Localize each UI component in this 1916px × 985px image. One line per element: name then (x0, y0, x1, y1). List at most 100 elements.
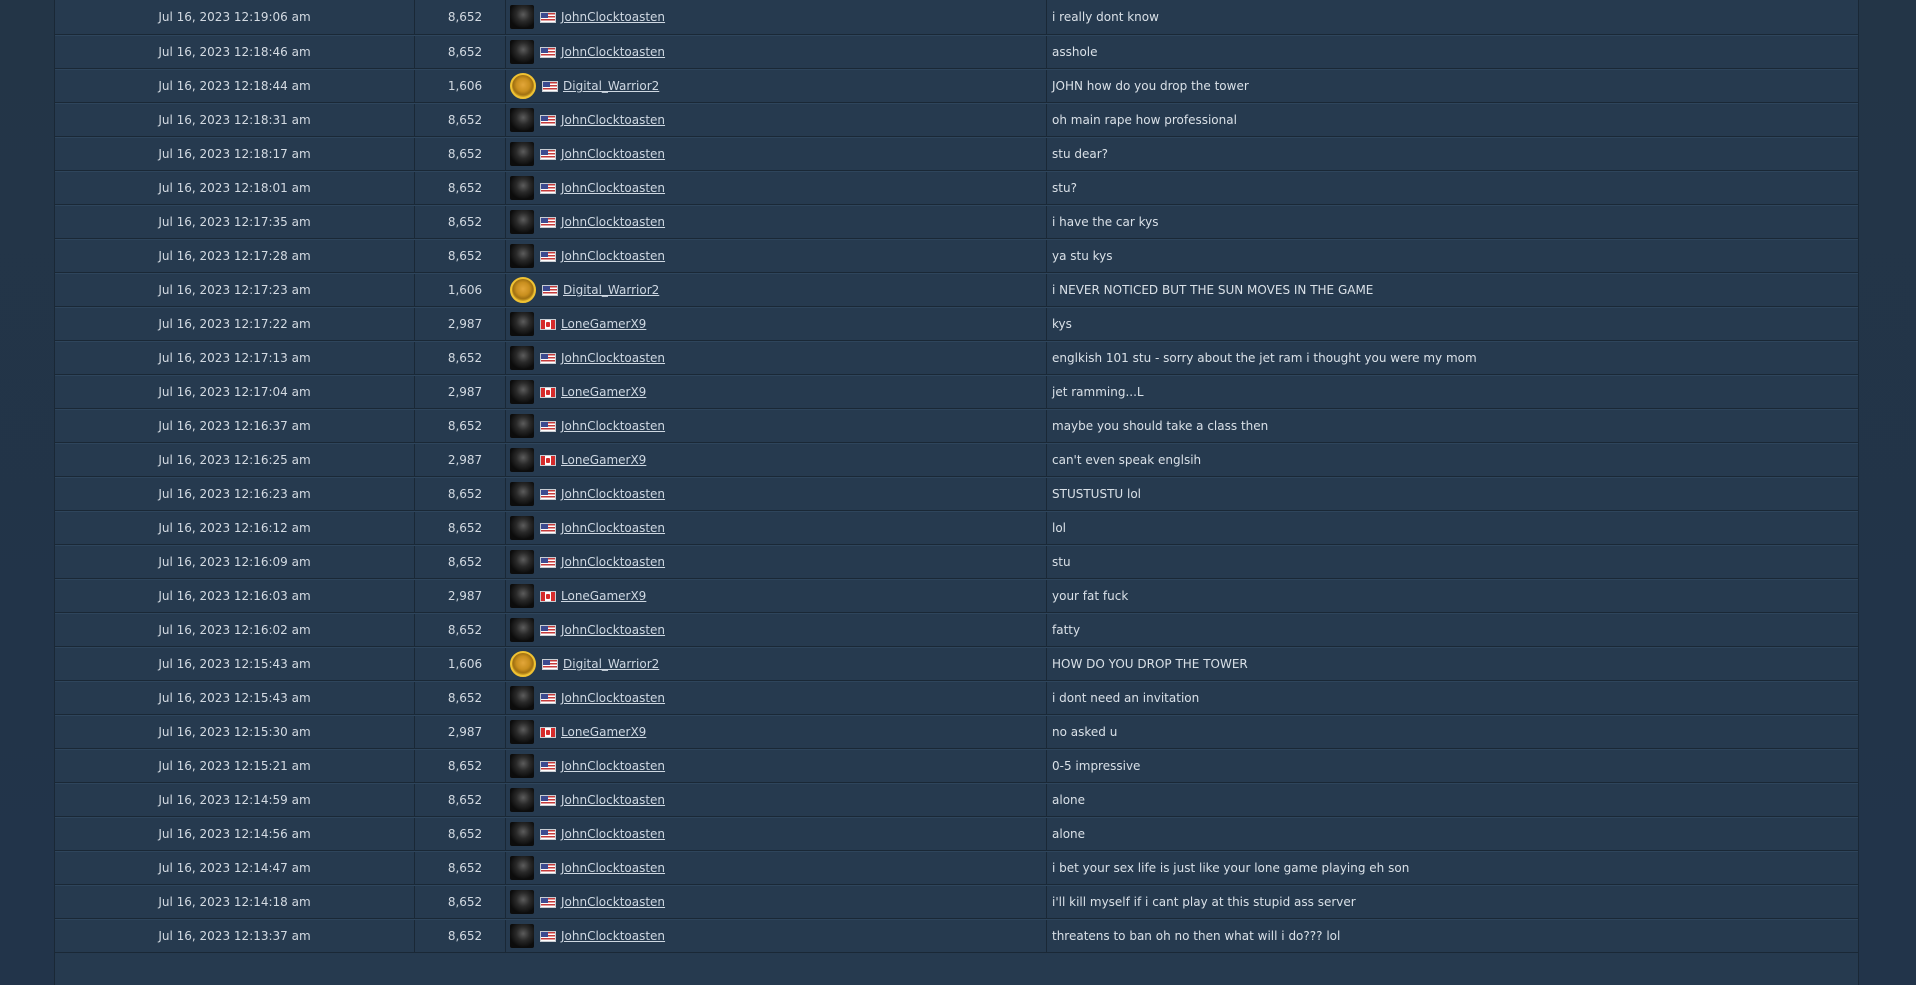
message-timestamp: Jul 16, 2023 12:17:13 am (55, 342, 415, 374)
player-name-link[interactable]: JohnClocktoasten (561, 861, 665, 875)
chat-message-text: maybe you should take a class then (1052, 419, 1269, 433)
us-flag-icon (540, 624, 556, 636)
chat-log-row: Jul 16, 2023 12:15:30 am 2,987 LoneGamerX9… (55, 715, 1858, 749)
player-name-link[interactable]: LoneGamerX9 (561, 589, 646, 603)
player-cell: JohnClocktoasten (506, 920, 1047, 952)
canada-flag-icon (540, 590, 556, 602)
chat-log-row: Jul 16, 2023 12:16:12 am 8,652 JohnClockto… (55, 511, 1858, 545)
player-name-link[interactable]: JohnClocktoasten (561, 351, 665, 365)
player-name-link[interactable]: JohnClocktoasten (561, 793, 665, 807)
player-name-link[interactable]: JohnClocktoasten (561, 691, 665, 705)
us-flag-icon (540, 896, 556, 908)
player-name-link[interactable]: JohnClocktoasten (561, 113, 665, 127)
player-name-link[interactable]: LoneGamerX9 (561, 725, 646, 739)
player-avatar[interactable] (510, 686, 534, 710)
player-avatar[interactable] (510, 73, 536, 99)
chat-message-text: kys (1052, 317, 1072, 331)
player-name-link[interactable]: JohnClocktoasten (561, 181, 665, 195)
player-cell: LoneGamerX9 (506, 376, 1047, 408)
player-name-link[interactable]: JohnClocktoasten (561, 215, 665, 229)
player-avatar[interactable] (510, 414, 534, 438)
chat-message-text: jet ramming...L (1052, 385, 1144, 399)
player-avatar[interactable] (510, 754, 534, 778)
message-timestamp: Jul 16, 2023 12:15:30 am (55, 716, 415, 748)
message-timestamp: Jul 16, 2023 12:19:06 am (55, 0, 415, 34)
player-name-link[interactable]: JohnClocktoasten (561, 623, 665, 637)
player-name-link[interactable]: JohnClocktoasten (561, 555, 665, 569)
player-avatar[interactable] (510, 380, 534, 404)
player-cell: JohnClocktoasten (506, 410, 1047, 442)
player-name-link[interactable]: JohnClocktoasten (561, 759, 665, 773)
player-name-link[interactable]: JohnClocktoasten (561, 521, 665, 535)
player-avatar[interactable] (510, 108, 534, 132)
player-avatar[interactable] (510, 924, 534, 948)
player-avatar[interactable] (510, 651, 536, 677)
player-avatar[interactable] (510, 176, 534, 200)
chat-message-cell: STUSTUSTU lol (1047, 478, 1858, 510)
player-name-link[interactable]: Digital_Warrior2 (563, 283, 659, 297)
player-score: 8,652 (415, 886, 506, 918)
player-avatar[interactable] (510, 312, 534, 336)
player-avatar[interactable] (510, 5, 534, 29)
player-name-link[interactable]: JohnClocktoasten (561, 249, 665, 263)
player-avatar[interactable] (510, 856, 534, 880)
player-name-link[interactable]: JohnClocktoasten (561, 929, 665, 943)
player-name-link[interactable]: JohnClocktoasten (561, 419, 665, 433)
player-avatar[interactable] (510, 277, 536, 303)
player-avatar[interactable] (510, 40, 534, 64)
player-name-link[interactable]: LoneGamerX9 (561, 385, 646, 399)
message-timestamp: Jul 16, 2023 12:18:31 am (55, 104, 415, 136)
player-avatar[interactable] (510, 482, 534, 506)
player-avatar[interactable] (510, 584, 534, 608)
chat-message-text: threatens to ban oh no then what will i … (1052, 929, 1341, 943)
player-cell: Digital_Warrior2 (506, 274, 1047, 306)
player-avatar[interactable] (510, 244, 534, 268)
player-cell: JohnClocktoasten (506, 784, 1047, 816)
player-cell: JohnClocktoasten (506, 172, 1047, 204)
player-name-link[interactable]: JohnClocktoasten (561, 895, 665, 909)
player-avatar[interactable] (510, 618, 534, 642)
player-name-link[interactable]: LoneGamerX9 (561, 317, 646, 331)
player-name-link[interactable]: LoneGamerX9 (561, 453, 646, 467)
us-flag-icon (540, 488, 556, 500)
us-flag-icon (542, 284, 558, 296)
chat-message-cell: alone (1047, 818, 1858, 850)
player-avatar[interactable] (510, 822, 534, 846)
chat-log-row: Jul 16, 2023 12:17:04 am 2,987 LoneGamerX9… (55, 375, 1858, 409)
chat-message-text: i really dont know (1052, 10, 1159, 24)
us-flag-icon (540, 216, 556, 228)
player-cell: LoneGamerX9 (506, 444, 1047, 476)
message-timestamp: Jul 16, 2023 12:15:43 am (55, 682, 415, 714)
player-name-link[interactable]: JohnClocktoasten (561, 10, 665, 24)
player-cell: JohnClocktoasten (506, 36, 1047, 68)
player-avatar[interactable] (510, 550, 534, 574)
message-timestamp: Jul 16, 2023 12:16:09 am (55, 546, 415, 578)
player-score: 8,652 (415, 546, 506, 578)
player-avatar[interactable] (510, 890, 534, 914)
player-name-link[interactable]: JohnClocktoasten (561, 487, 665, 501)
us-flag-icon (540, 862, 556, 874)
chat-log-row: Jul 16, 2023 12:16:03 am 2,987 LoneGamerX9… (55, 579, 1858, 613)
player-avatar[interactable] (510, 720, 534, 744)
chat-message-text: englkish 101 stu - sorry about the jet r… (1052, 351, 1477, 365)
player-score: 1,606 (415, 70, 506, 102)
chat-message-text: fatty (1052, 623, 1081, 637)
player-avatar[interactable] (510, 788, 534, 812)
chat-message-cell: i really dont know (1047, 0, 1858, 34)
player-cell: Digital_Warrior2 (506, 70, 1047, 102)
player-name-link[interactable]: JohnClocktoasten (561, 827, 665, 841)
message-timestamp: Jul 16, 2023 12:16:03 am (55, 580, 415, 612)
chat-log-row: Jul 16, 2023 12:18:31 am 8,652 JohnClockto… (55, 103, 1858, 137)
player-name-link[interactable]: Digital_Warrior2 (563, 657, 659, 671)
player-name-link[interactable]: JohnClocktoasten (561, 45, 665, 59)
player-name-link[interactable]: Digital_Warrior2 (563, 79, 659, 93)
player-score: 8,652 (415, 36, 506, 68)
player-avatar[interactable] (510, 210, 534, 234)
player-avatar[interactable] (510, 142, 534, 166)
message-timestamp: Jul 16, 2023 12:16:12 am (55, 512, 415, 544)
player-avatar[interactable] (510, 346, 534, 370)
player-avatar[interactable] (510, 516, 534, 540)
player-name-link[interactable]: JohnClocktoasten (561, 147, 665, 161)
player-avatar[interactable] (510, 448, 534, 472)
chat-message-text: 0-5 impressive (1052, 759, 1141, 773)
